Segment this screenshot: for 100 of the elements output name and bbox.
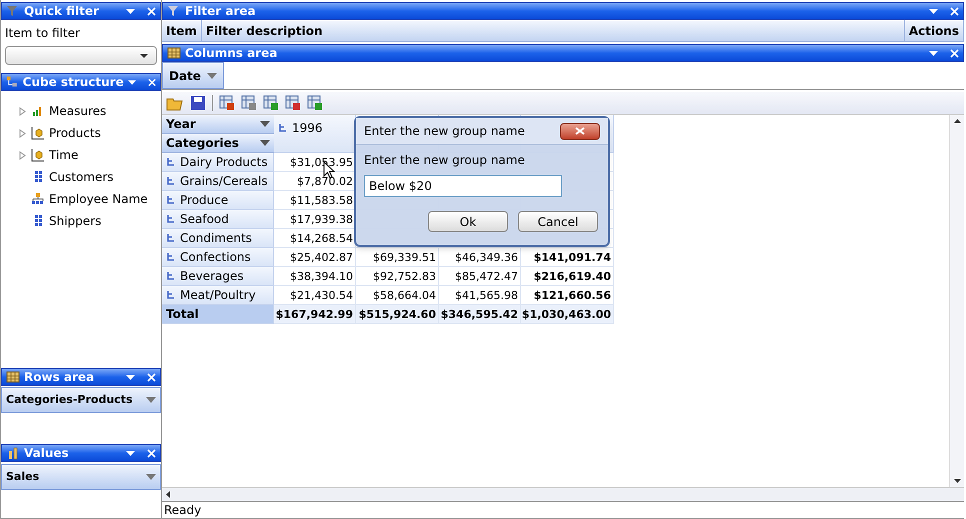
tree-item[interactable]: Time bbox=[17, 147, 161, 163]
dropdown-icon[interactable] bbox=[260, 121, 270, 127]
dropdown-icon[interactable] bbox=[146, 397, 156, 403]
export-icon[interactable] bbox=[307, 95, 323, 111]
dropdown-icon[interactable] bbox=[126, 374, 135, 380]
expand-triangle-icon[interactable] bbox=[18, 150, 26, 160]
scroll-left-icon[interactable] bbox=[166, 491, 170, 498]
dropdown-icon[interactable] bbox=[128, 80, 136, 84]
row-header[interactable]: Beverages bbox=[162, 267, 274, 286]
field-chip[interactable]: Sales bbox=[1, 464, 161, 490]
hierarchy-icon bbox=[166, 271, 176, 281]
scroll-down-icon[interactable] bbox=[954, 479, 960, 483]
value-cell: $25,402.87 bbox=[274, 248, 356, 267]
org-chart-icon bbox=[31, 192, 45, 206]
funnel-icon bbox=[6, 4, 20, 18]
hierarchy-icon bbox=[166, 195, 176, 205]
cube-icon bbox=[31, 148, 45, 162]
bar-chart-icon bbox=[6, 446, 20, 460]
total-cell: $515,924.60 bbox=[356, 305, 439, 324]
panel-title: Values bbox=[24, 447, 70, 459]
total-row-header: Total bbox=[162, 305, 274, 324]
total-cell: $167,942.99 bbox=[274, 305, 356, 324]
tree-item[interactable]: Customers bbox=[17, 169, 161, 185]
close-icon[interactable] bbox=[148, 78, 156, 86]
export-icon[interactable] bbox=[285, 95, 301, 111]
dialog-prompt: Enter the new group name bbox=[364, 152, 526, 169]
tree-item[interactable]: Products bbox=[17, 125, 161, 141]
hierarchy-icon bbox=[166, 233, 176, 243]
hierarchy-icon bbox=[278, 123, 288, 133]
horizontal-scrollbar[interactable] bbox=[162, 487, 964, 501]
close-icon[interactable] bbox=[950, 48, 959, 58]
value-cell: $85,472.47 bbox=[439, 267, 521, 286]
tree-item[interactable]: Employee Name bbox=[17, 191, 161, 207]
row-header[interactable]: Produce bbox=[162, 191, 274, 210]
dialog-button[interactable]: Ok bbox=[428, 211, 508, 232]
row-header[interactable]: Condiments bbox=[162, 229, 274, 248]
dropdown-icon[interactable] bbox=[207, 72, 217, 78]
value-cell: $69,339.51 bbox=[356, 248, 439, 267]
dialog-title: Enter the new group name bbox=[364, 123, 525, 140]
export-icon[interactable] bbox=[241, 95, 257, 111]
panel-title: Rows area bbox=[24, 371, 96, 383]
field-chip[interactable]: Date bbox=[162, 62, 224, 89]
row-header[interactable]: Seafood bbox=[162, 210, 274, 229]
close-icon[interactable] bbox=[147, 6, 156, 16]
total-cell: $1,030,463.00 bbox=[521, 305, 614, 324]
row-header[interactable]: Grains/Cereals bbox=[162, 172, 274, 191]
group-name-input[interactable]: Below $20 bbox=[364, 175, 562, 197]
field-chip[interactable]: Categories-Products bbox=[1, 387, 161, 413]
dropdown-icon[interactable] bbox=[929, 50, 938, 56]
hierarchy-icon bbox=[6, 75, 19, 89]
close-icon[interactable] bbox=[147, 448, 156, 458]
expand-triangle-icon[interactable] bbox=[18, 128, 26, 138]
value-cell: $92,752.83 bbox=[356, 267, 439, 286]
hierarchy-icon bbox=[166, 252, 176, 262]
table-icon bbox=[167, 46, 181, 60]
close-icon bbox=[575, 127, 585, 135]
close-icon[interactable] bbox=[147, 372, 156, 382]
vertical-scrollbar[interactable] bbox=[949, 115, 964, 487]
panel-title: Quick filter bbox=[24, 5, 100, 17]
save-icon[interactable] bbox=[190, 95, 206, 111]
row-header[interactable]: Confections bbox=[162, 248, 274, 267]
dropdown-icon[interactable] bbox=[146, 474, 156, 480]
column-header: Item bbox=[162, 20, 202, 41]
status-text: Ready bbox=[163, 502, 202, 519]
column-header: Filter description bbox=[202, 20, 905, 41]
hierarchy-icon bbox=[166, 176, 176, 186]
dropdown-icon[interactable] bbox=[126, 8, 135, 14]
row-header[interactable]: Meat/Poultry bbox=[162, 286, 274, 305]
close-icon[interactable] bbox=[950, 6, 959, 16]
filter-dropdown[interactable] bbox=[5, 46, 157, 65]
dropdown-icon[interactable] bbox=[126, 450, 135, 456]
export-icon[interactable] bbox=[263, 95, 279, 111]
hierarchy-icon bbox=[166, 157, 176, 167]
export-icon[interactable] bbox=[219, 95, 235, 111]
value-cell: $141,091.74 bbox=[521, 248, 614, 267]
value-cell: $216,619.40 bbox=[521, 267, 614, 286]
panel-title: Columns area bbox=[185, 47, 278, 59]
row-header[interactable]: Dairy Products bbox=[162, 153, 274, 172]
value-cell: $46,349.36 bbox=[439, 248, 521, 267]
total-cell: $346,595.42 bbox=[439, 305, 521, 324]
caret-icon bbox=[140, 54, 148, 58]
funnel-icon bbox=[167, 4, 181, 18]
column-field-chip[interactable]: Year bbox=[162, 115, 274, 134]
tree-item[interactable]: Measures bbox=[17, 103, 161, 119]
panel-title: Cube structure bbox=[22, 76, 124, 88]
row-field-chip[interactable]: Categories bbox=[162, 134, 274, 153]
dropdown-icon[interactable] bbox=[929, 8, 938, 14]
dropdown-icon[interactable] bbox=[260, 140, 270, 146]
field-label: Item to filter bbox=[5, 25, 81, 42]
cube-icon bbox=[31, 126, 45, 140]
panel-title: Filter area bbox=[185, 5, 257, 17]
tree-item[interactable]: Shippers bbox=[17, 213, 161, 229]
close-button[interactable] bbox=[560, 122, 600, 140]
scroll-up-icon[interactable] bbox=[954, 119, 960, 123]
column-header: Actions bbox=[904, 20, 964, 41]
table-icon bbox=[6, 370, 20, 384]
expand-triangle-icon[interactable] bbox=[18, 106, 26, 116]
hierarchy-icon bbox=[166, 214, 176, 224]
dialog-button[interactable]: Cancel bbox=[518, 211, 598, 232]
value-cell: $38,394.10 bbox=[274, 267, 356, 286]
